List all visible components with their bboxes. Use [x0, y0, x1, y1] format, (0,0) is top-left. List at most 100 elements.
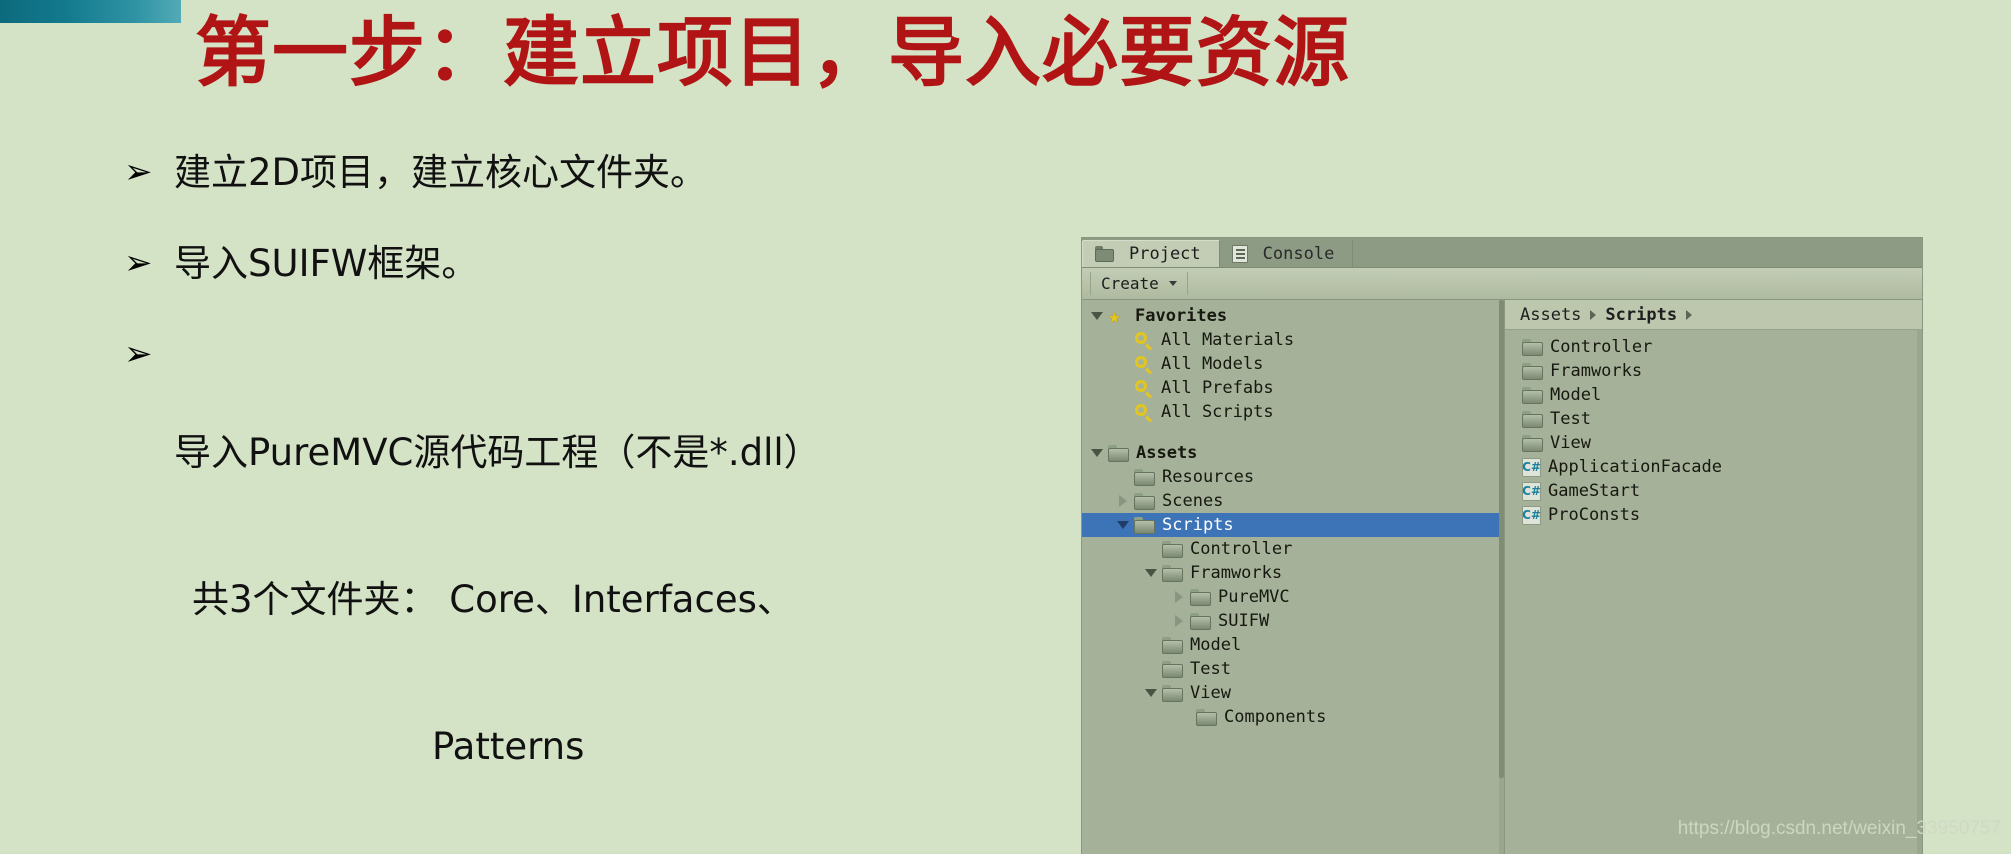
tree-item-model-label: Model [1190, 635, 1242, 655]
folder-icon [1522, 338, 1543, 356]
folder-icon [1522, 434, 1543, 452]
chevron-down-icon[interactable] [1086, 312, 1108, 320]
asset-list: Controller Framworks Model Test View C# … [1505, 330, 1922, 527]
chevron-down-icon[interactable] [1140, 569, 1162, 577]
star-icon: ★ [1108, 303, 1121, 328]
list-item-model[interactable]: Model [1522, 383, 1922, 407]
tree-item-scripts[interactable]: Scripts [1082, 513, 1504, 537]
bullet-list: ➢ 建立2D项目，建立核心文件夹。 ➢ 导入SUIFW框架。 ➢ 导入PureM… [120, 148, 1050, 854]
chevron-right-icon[interactable] [1168, 591, 1190, 603]
unity-project-window: Project Console Create ★ Favorites All M… [1082, 238, 1922, 854]
tree-item-all-materials[interactable]: All Materials [1082, 328, 1504, 352]
search-icon [1134, 331, 1154, 350]
tab-project[interactable]: Project [1082, 240, 1220, 267]
tree-vertical-scrollbar[interactable] [1499, 300, 1504, 854]
tree-item-puremvc-label: PureMVC [1218, 587, 1290, 607]
bullet-text-3: 导入PureMVC源代码工程（不是*.dll） 共3个文件夹： Core、Int… [174, 330, 1050, 854]
tree-item-model[interactable]: Model [1082, 633, 1504, 657]
folder-icon [1134, 468, 1155, 486]
tree-item-assets[interactable]: Assets [1082, 441, 1504, 465]
folder-icon [1522, 386, 1543, 404]
folder-icon [1196, 708, 1217, 726]
folder-icon [1095, 246, 1114, 262]
search-icon [1134, 379, 1154, 398]
bullet-arrow-icon: ➢ [124, 334, 153, 374]
panel-toolbar: Create [1082, 268, 1922, 300]
breadcrumb-root[interactable]: Assets [1520, 305, 1581, 325]
csharp-script-icon: C# [1522, 457, 1541, 477]
chevron-right-icon[interactable] [1168, 615, 1190, 627]
list-item-view[interactable]: View [1522, 431, 1922, 455]
bullet-arrow-icon: ➢ [124, 243, 153, 283]
bullet-arrow-icon: ➢ [124, 152, 153, 192]
tab-console-label: Console [1262, 243, 1335, 264]
list-item-applicationfacade[interactable]: C# ApplicationFacade [1522, 455, 1922, 479]
tree-item-all-models[interactable]: All Models [1082, 352, 1504, 376]
tab-console[interactable]: Console [1219, 240, 1354, 267]
create-button-label: Create [1101, 274, 1159, 293]
create-button[interactable]: Create [1090, 272, 1188, 295]
list-item-proconsts[interactable]: C# ProConsts [1522, 503, 1922, 527]
list-item-test[interactable]: Test [1522, 407, 1922, 431]
tree-item-all-scripts[interactable]: All Scripts [1082, 400, 1504, 424]
tree-item-all-materials-label: All Materials [1161, 330, 1295, 350]
folder-icon [1162, 636, 1183, 654]
folder-icon [1134, 516, 1155, 534]
list-item: ➢ 导入PureMVC源代码工程（不是*.dll） 共3个文件夹： Core、I… [120, 330, 1050, 854]
chevron-down-icon[interactable] [1112, 521, 1134, 529]
folder-icon [1162, 684, 1183, 702]
list-vertical-scrollbar[interactable] [1917, 329, 1922, 854]
tree-item-controller-label: Controller [1190, 539, 1293, 559]
tree-scrollbar-thumb[interactable] [1499, 300, 1504, 779]
csharp-script-icon: C# [1522, 505, 1541, 525]
page-title: 第一步：建立项目，导入必要资源 [195, 8, 1350, 97]
breadcrumb-current[interactable]: Scripts [1605, 305, 1677, 325]
tree-item-puremvc[interactable]: PureMVC [1082, 585, 1504, 609]
panel-tab-strip: Project Console [1082, 238, 1922, 268]
chevron-right-icon [1686, 309, 1693, 320]
folder-icon [1162, 660, 1183, 678]
tab-project-label: Project [1129, 244, 1201, 264]
tree-item-resources[interactable]: Resources [1082, 465, 1504, 489]
list-item-framworks-label: Framworks [1550, 361, 1643, 381]
list-item-gamestart-label: GameStart [1548, 481, 1641, 501]
tree-item-components-label: Components [1224, 707, 1327, 727]
folder-icon [1522, 362, 1543, 380]
folder-icon [1190, 588, 1211, 606]
tree-item-scenes[interactable]: Scenes [1082, 489, 1504, 513]
tree-item-all-prefabs[interactable]: All Prefabs [1082, 376, 1504, 400]
breadcrumb: Assets Scripts [1505, 300, 1922, 330]
list-item-gamestart[interactable]: C# GameStart [1522, 479, 1922, 503]
chevron-down-icon[interactable] [1140, 689, 1162, 697]
chevron-right-icon[interactable] [1112, 495, 1134, 507]
tree-item-favorites[interactable]: ★ Favorites [1082, 304, 1504, 328]
tree-item-test[interactable]: Test [1082, 657, 1504, 681]
tree-item-scripts-label: Scripts [1162, 515, 1234, 535]
chevron-down-icon[interactable] [1086, 449, 1108, 457]
list-item: ➢ 导入SUIFW框架。 [120, 239, 1050, 288]
bullet-text-1: 建立2D项目，建立核心文件夹。 [174, 151, 708, 194]
search-icon [1134, 403, 1154, 422]
tree-item-test-label: Test [1190, 659, 1231, 679]
tree-item-suifw[interactable]: SUIFW [1082, 609, 1504, 633]
list-item-view-label: View [1550, 433, 1591, 453]
folder-icon [1522, 410, 1543, 428]
tree-item-view[interactable]: View [1082, 681, 1504, 705]
tree-item-framworks-label: Framworks [1190, 563, 1283, 583]
tree-item-components[interactable]: Components [1082, 705, 1504, 729]
folder-icon [1108, 444, 1129, 462]
document-icon [1231, 244, 1248, 263]
list-item-controller[interactable]: Controller [1522, 335, 1922, 359]
tree-item-resources-label: Resources [1162, 467, 1255, 487]
list-item: ➢ 建立2D项目，建立核心文件夹。 [120, 148, 1050, 197]
folder-icon [1162, 540, 1183, 558]
tree-item-framworks[interactable]: Framworks [1082, 561, 1504, 585]
tree-item-assets-label: Assets [1136, 443, 1198, 463]
corner-decoration-bar [0, 0, 181, 23]
list-item-framworks[interactable]: Framworks [1522, 359, 1922, 383]
tree-item-controller[interactable]: Controller [1082, 537, 1504, 561]
chevron-down-icon [1168, 281, 1177, 286]
tree-item-view-label: View [1190, 683, 1231, 703]
watermark-text: https://blog.csdn.net/weixin_33950757 [1677, 818, 2001, 839]
